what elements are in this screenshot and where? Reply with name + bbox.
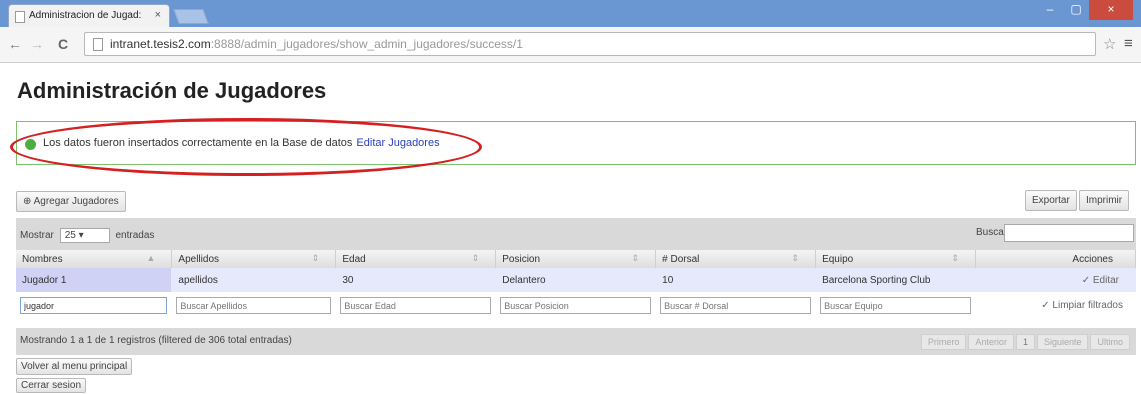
reload-icon[interactable]: C	[58, 36, 68, 52]
filter-edad-input[interactable]	[340, 297, 492, 314]
table-header-row: Nombres ▲ Apellidos ⇕ Edad ⇕ Posicion ⇕ # Do…	[16, 250, 1136, 268]
filter-posicion-input[interactable]	[500, 297, 652, 314]
cell-edad: 30	[335, 268, 497, 292]
col-header-equipo[interactable]: Equipo ⇕	[815, 250, 976, 268]
filter-apellidos-input[interactable]	[176, 297, 332, 314]
clear-filters-label: Limpiar filtrados	[1052, 300, 1123, 311]
sort-icon: ⇕	[631, 253, 640, 263]
col-header-posicion[interactable]: Posicion ⇕	[495, 250, 657, 268]
table-controls: Mostrar 25 ▾ entradas Buscar:	[16, 218, 1136, 250]
edit-button[interactable]: ✓ Editar	[975, 268, 1136, 292]
browser-titlebar: Administracion de Jugad: × – ▢ ×	[0, 0, 1141, 27]
tab-close-icon[interactable]: ×	[155, 9, 161, 21]
sort-icon: ▲	[146, 253, 156, 263]
pencil-icon: ✓	[1081, 274, 1091, 286]
page-icon	[93, 38, 103, 51]
clear-filters-button[interactable]: ✓ Limpiar filtrados	[980, 297, 1131, 314]
add-players-label: Agregar Jugadores	[33, 196, 119, 207]
bookmark-star-icon[interactable]: ☆	[1103, 35, 1116, 53]
new-tab-button[interactable]	[173, 9, 209, 24]
col-header-acciones: Acciones	[975, 250, 1136, 268]
cell-nombres: Jugador 1	[16, 268, 173, 292]
length-suffix: entradas	[115, 230, 155, 242]
length-select[interactable]: 25 ▾	[59, 228, 110, 243]
minimize-button[interactable]: –	[1037, 0, 1063, 20]
add-icon: ⊕	[23, 196, 32, 207]
red-highlight-oval	[10, 118, 482, 176]
maximize-button[interactable]: ▢	[1063, 0, 1089, 20]
table-row: Jugador 1 apellidos 30 Delantero 10 Barc…	[16, 268, 1136, 292]
browser-toolbar: ← → C intranet.tesis2.com:8888/admin_jug…	[0, 27, 1141, 63]
browser-tab[interactable]: Administracion de Jugad: ×	[8, 4, 170, 27]
cell-dorsal: 10	[655, 268, 817, 292]
pager-next[interactable]: Siguiente	[1036, 334, 1089, 350]
length-control: Mostrar 25 ▾ entradas	[20, 228, 154, 243]
filter-equipo-input[interactable]	[820, 297, 971, 314]
logout-button[interactable]: Cerrar sesion	[16, 378, 87, 393]
url-host: intranet.tesis2.com	[110, 37, 211, 51]
table-footer: Mostrando 1 a 1 de 1 registros (filtered…	[16, 328, 1136, 355]
pager-previous[interactable]: Anterior	[968, 334, 1014, 350]
table-info: Mostrando 1 a 1 de 1 registros (filtered…	[20, 335, 292, 346]
pager-current[interactable]: 1	[1015, 334, 1035, 350]
address-bar[interactable]: intranet.tesis2.com:8888/admin_jugadores…	[84, 32, 1096, 56]
close-window-button[interactable]: ×	[1089, 0, 1133, 20]
pagination: Primero Anterior 1 Siguiente Ultimo	[920, 334, 1130, 350]
col-header-apellidos[interactable]: Apellidos ⇕	[171, 250, 337, 268]
col-header-nombres[interactable]: Nombres ▲	[16, 250, 173, 268]
col-header-edad[interactable]: Edad ⇕	[335, 250, 497, 268]
window-controls: – ▢ ×	[1037, 0, 1133, 20]
sort-icon: ⇕	[311, 253, 320, 263]
export-button[interactable]: Exportar	[1025, 190, 1077, 211]
page-favicon-icon	[15, 11, 25, 23]
cell-posicion: Delantero	[495, 268, 657, 292]
add-players-button[interactable]: ⊕ Agregar Jugadores	[16, 191, 126, 212]
filter-nombres-input[interactable]	[20, 297, 168, 314]
cell-equipo: Barcelona Sporting Club	[815, 268, 976, 292]
players-table: Nombres ▲ Apellidos ⇕ Edad ⇕ Posicion ⇕ # Do…	[16, 250, 1136, 319]
edit-label: Editar	[1092, 274, 1119, 286]
search-input[interactable]	[1004, 224, 1134, 242]
clear-icon: ✓	[1041, 300, 1050, 311]
pager-last[interactable]: Ultimo	[1090, 334, 1130, 350]
col-header-dorsal[interactable]: # Dorsal ⇕	[655, 250, 817, 268]
sort-icon: ⇕	[471, 253, 480, 263]
filter-row: ✓ Limpiar filtrados	[16, 292, 1136, 319]
length-prefix: Mostrar	[20, 230, 54, 242]
sort-icon: ⇕	[951, 253, 959, 263]
url-path: :8888/admin_jugadores/show_admin_jugador…	[210, 37, 523, 51]
browser-menu-icon[interactable]: ≡	[1124, 35, 1133, 52]
filter-dorsal-input[interactable]	[660, 297, 812, 314]
sort-icon: ⇕	[791, 253, 800, 263]
cell-apellidos: apellidos	[171, 268, 337, 292]
forward-arrow-icon[interactable]: →	[30, 36, 44, 52]
print-button[interactable]: Imprimir	[1079, 190, 1130, 211]
back-arrow-icon[interactable]: ←	[8, 36, 22, 52]
length-selected: 25	[64, 230, 76, 241]
back-to-menu-button[interactable]: Volver al menu principal	[16, 358, 133, 375]
pager-first[interactable]: Primero	[920, 334, 967, 350]
page-title: Administración de Jugadores	[17, 78, 327, 103]
tab-title: Administracion de Jugad:	[29, 10, 142, 21]
